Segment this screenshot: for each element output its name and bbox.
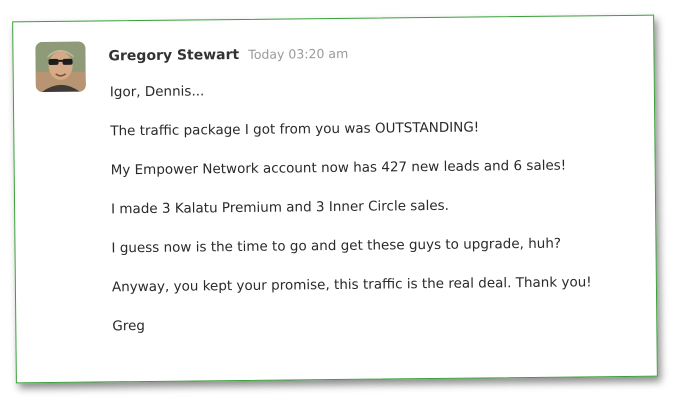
message-header: Gregory Stewart Today 03:20 am	[108, 43, 348, 65]
message-line: I made 3 Kalatu Premium and 3 Inner Circ…	[111, 197, 450, 218]
message-body: Igor, Dennis... The traffic package I go…	[110, 78, 653, 357]
message-signature: Greg	[112, 317, 145, 335]
avatar[interactable]	[35, 41, 86, 93]
message-line: The traffic package I got from you was O…	[110, 119, 480, 140]
message-line: Igor, Dennis...	[109, 83, 205, 101]
testimonial-screenshot: Gregory Stewart Today 03:20 am Igor, Den…	[0, 0, 674, 400]
message-line: My Empower Network account now has 427 n…	[110, 157, 567, 179]
message-line: Anyway, you kept your promise, this traf…	[111, 274, 592, 296]
message-card: Gregory Stewart Today 03:20 am Igor, Den…	[12, 14, 658, 384]
message-timestamp: Today 03:20 am	[248, 45, 349, 62]
message-line: I guess now is the time to go and get th…	[111, 235, 562, 257]
user-photo-icon	[35, 41, 86, 93]
author-name[interactable]: Gregory Stewart	[108, 47, 239, 64]
